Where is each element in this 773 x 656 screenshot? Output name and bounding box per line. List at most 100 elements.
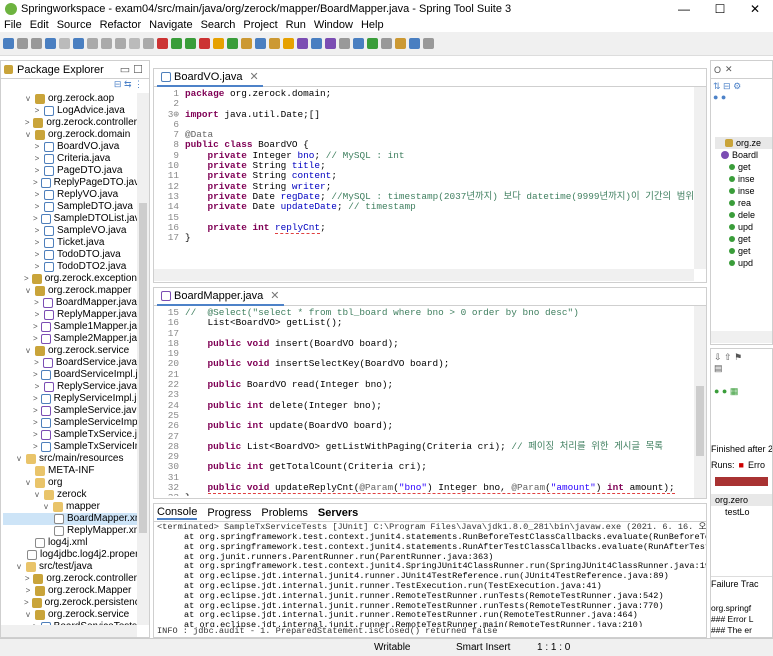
menu-window[interactable]: Window — [314, 18, 353, 32]
minimize-button[interactable]: — — [666, 0, 702, 18]
tree-item[interactable]: > Sample2Mapper.java — [3, 333, 137, 345]
expand-arrow-icon[interactable]: > — [33, 381, 41, 393]
console-output[interactable]: at org.springframework.test.context.juni… — [154, 533, 706, 627]
menu-navigate[interactable]: Navigate — [149, 18, 192, 32]
outline-item[interactable]: Boardl — [715, 149, 772, 161]
toolbar-button-icon[interactable] — [31, 38, 42, 49]
menu-help[interactable]: Help — [361, 18, 384, 32]
view-minimize-icon[interactable]: ▭ ☐ — [120, 63, 143, 76]
toolbar-button-icon[interactable] — [311, 38, 322, 49]
explorer-scrollbar[interactable] — [137, 93, 149, 625]
tree-item[interactable]: > TodoDTO.java — [3, 249, 137, 261]
tab-servers[interactable]: Servers — [318, 507, 358, 519]
close-button[interactable]: ✕ — [737, 0, 773, 18]
tree-item[interactable]: > ReplyService.java — [3, 381, 137, 393]
expand-arrow-icon[interactable]: > — [33, 237, 41, 249]
tab-boardmapper[interactable]: BoardMapper.java ✕ — [157, 288, 284, 306]
expand-arrow-icon[interactable]: v — [24, 285, 32, 297]
menu-edit[interactable]: Edit — [30, 18, 49, 32]
expand-arrow-icon[interactable]: > — [24, 585, 32, 597]
outline-item[interactable]: org.ze — [715, 137, 772, 149]
explorer-h-scrollbar[interactable] — [1, 625, 137, 637]
tree-item[interactable]: v src/test/java — [3, 561, 137, 573]
editor-v-scrollbar[interactable] — [694, 87, 706, 269]
code-area[interactable]: 1 package org.zerock.domain; 2 3⊕ import jav… — [157, 89, 693, 269]
toolbar-button-icon[interactable] — [171, 38, 182, 49]
tree-item[interactable]: > BoardVO.java — [3, 141, 137, 153]
menu-source[interactable]: Source — [57, 18, 92, 32]
expand-arrow-icon[interactable]: > — [33, 141, 41, 153]
outline-item[interactable]: inse — [715, 173, 772, 185]
toolbar-button-icon[interactable] — [283, 38, 294, 49]
tab-progress[interactable]: Progress — [207, 507, 251, 519]
toolbar-button-icon[interactable] — [87, 38, 98, 49]
tree-item[interactable]: > BoardMapper.java — [3, 297, 137, 309]
tree-item[interactable]: v org — [3, 477, 137, 489]
outline-item[interactable]: get — [715, 245, 772, 257]
expand-arrow-icon[interactable]: > — [33, 357, 40, 369]
tree-item[interactable]: log4j.xml — [3, 537, 137, 549]
outline-item[interactable]: get — [715, 161, 772, 173]
tree-item[interactable]: > Criteria.java — [3, 153, 137, 165]
expand-arrow-icon[interactable]: > — [33, 321, 38, 333]
tree-item[interactable]: v zerock — [3, 489, 137, 501]
outline-close-icon[interactable]: ✕ — [725, 64, 733, 75]
toolbar-button-icon[interactable] — [297, 38, 308, 49]
toolbar-button-icon[interactable] — [227, 38, 238, 49]
outline-h-scrollbar[interactable] — [711, 331, 772, 343]
toolbar-button-icon[interactable] — [73, 38, 84, 49]
tree-item[interactable]: > SampleDTO.java — [3, 201, 137, 213]
outline-item[interactable]: upd — [715, 257, 772, 269]
toolbar-button-icon[interactable] — [381, 38, 392, 49]
expand-arrow-icon[interactable]: > — [33, 249, 41, 261]
expand-arrow-icon[interactable]: > — [33, 297, 40, 309]
toolbar-button-icon[interactable] — [269, 38, 280, 49]
tree-item[interactable]: > SampleTxServiceImpl.j — [3, 441, 137, 453]
expand-arrow-icon[interactable]: v — [24, 93, 32, 105]
expand-arrow-icon[interactable]: v — [24, 129, 32, 141]
expand-arrow-icon[interactable]: > — [33, 405, 38, 417]
tree-item[interactable]: v src/main/resources — [3, 453, 137, 465]
toolbar-button-icon[interactable] — [3, 38, 14, 49]
expand-arrow-icon[interactable]: v — [15, 561, 23, 573]
expand-arrow-icon[interactable]: v — [33, 489, 41, 501]
tree-item[interactable]: > org.zerock.controller — [3, 117, 137, 129]
tree-item[interactable]: > Ticket.java — [3, 237, 137, 249]
toolbar-button-icon[interactable] — [157, 38, 168, 49]
code-area[interactable]: 15// @Select("select * from tbl_board wh… — [157, 308, 693, 496]
outline-item[interactable]: rea — [715, 197, 772, 209]
toolbar-button-icon[interactable] — [199, 38, 210, 49]
tree-item[interactable]: > SampleTxService.java — [3, 429, 137, 441]
expand-arrow-icon[interactable]: > — [33, 369, 38, 381]
toolbar-button-icon[interactable] — [101, 38, 112, 49]
expand-arrow-icon[interactable]: > — [33, 153, 41, 165]
tab-console[interactable]: Console — [157, 506, 198, 520]
tree-item[interactable]: v org.zerock.service — [3, 345, 137, 357]
tree-item[interactable]: v org.zerock.aop — [3, 93, 137, 105]
tree-item[interactable]: v org.zerock.domain — [3, 129, 137, 141]
tree-item[interactable]: ReplyMapper.xm — [3, 525, 137, 537]
menu-run[interactable]: Run — [286, 18, 306, 32]
expand-arrow-icon[interactable]: v — [42, 501, 50, 513]
expand-arrow-icon[interactable]: > — [24, 573, 30, 585]
tree-item[interactable]: > ReplyMapper.java — [3, 309, 137, 321]
tree-item[interactable]: > org.zerock.Mapper — [3, 585, 137, 597]
expand-arrow-icon[interactable]: > — [33, 441, 38, 453]
tab-problems[interactable]: Problems — [261, 507, 307, 519]
toolbar-button-icon[interactable] — [143, 38, 154, 49]
expand-arrow-icon[interactable]: > — [33, 105, 41, 117]
expand-arrow-icon[interactable]: > — [33, 201, 41, 213]
toolbar-button-icon[interactable] — [339, 38, 350, 49]
toolbar-button-icon[interactable] — [423, 38, 434, 49]
menu-project[interactable]: Project — [243, 18, 277, 32]
maximize-button[interactable]: ☐ — [702, 0, 738, 18]
outline-item[interactable]: get — [715, 233, 772, 245]
tree-item[interactable]: v org.zerock.mapper — [3, 285, 137, 297]
expand-arrow-icon[interactable]: > — [33, 261, 41, 273]
tree-item[interactable]: > SampleService.java — [3, 405, 137, 417]
toolbar-button-icon[interactable] — [395, 38, 406, 49]
expand-arrow-icon[interactable]: v — [15, 453, 23, 465]
tree-item[interactable]: > PageDTO.java — [3, 165, 137, 177]
editor-h-scrollbar[interactable] — [154, 269, 694, 281]
tree-item[interactable]: > org.zerock.controller — [3, 573, 137, 585]
